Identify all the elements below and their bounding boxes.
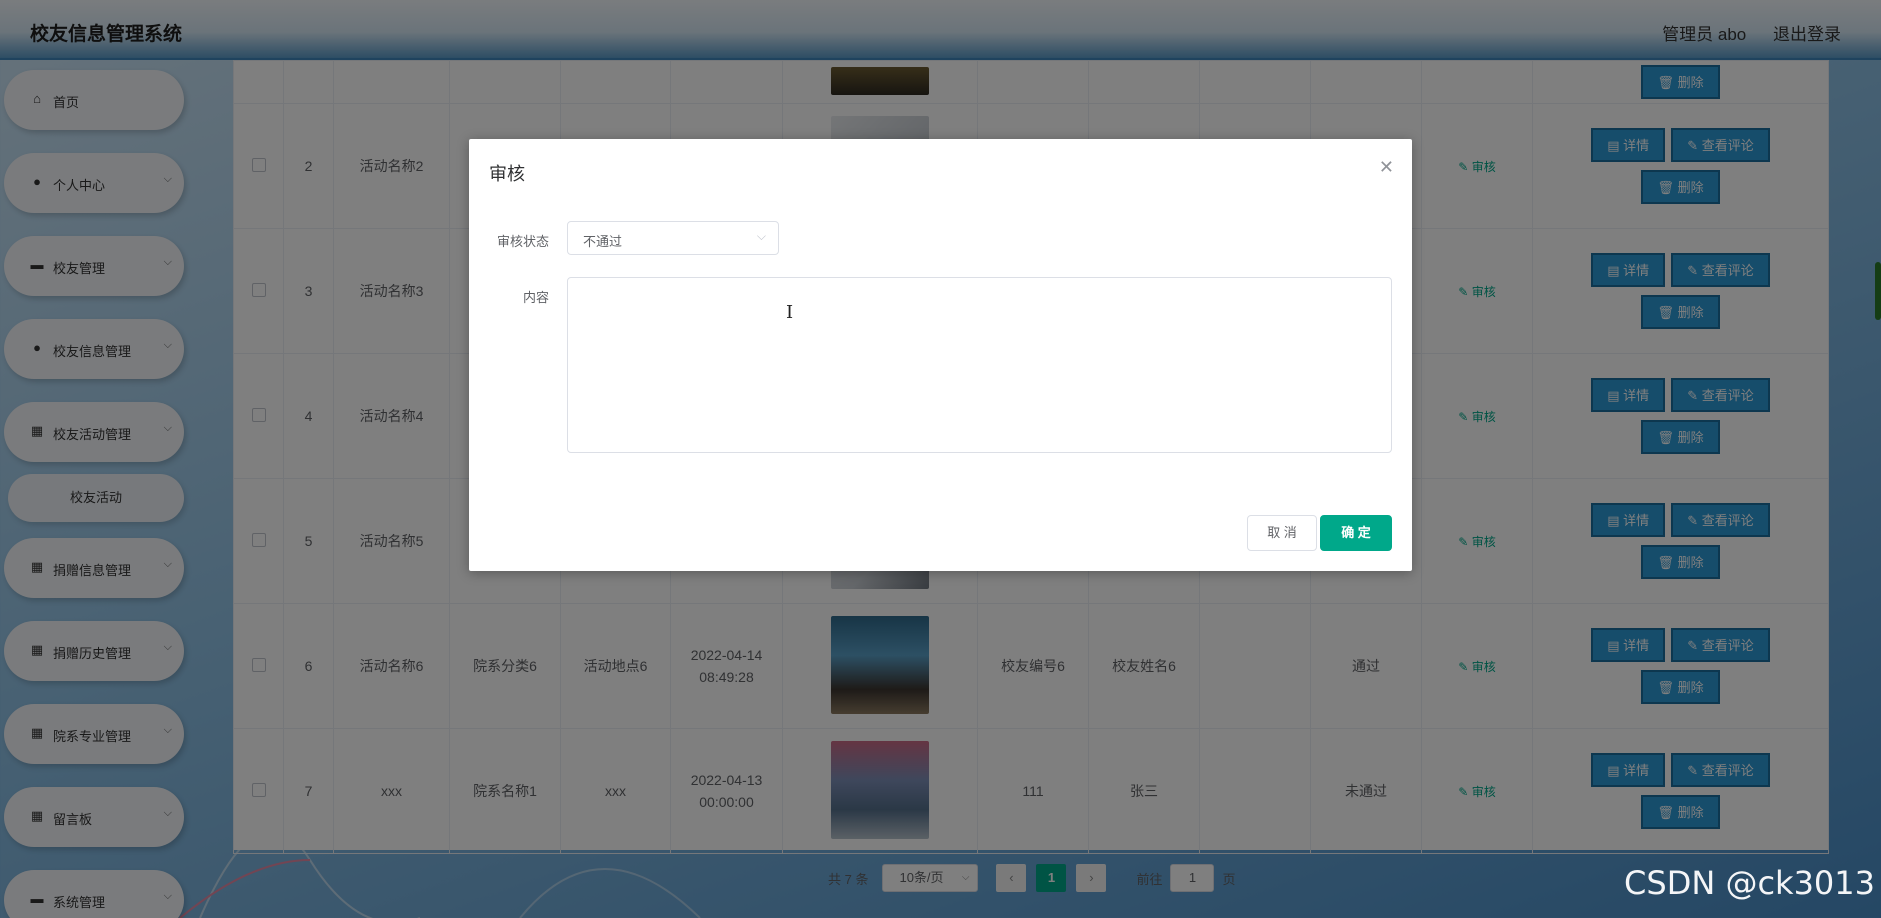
audit-dialog: 审核 ✕ 审核状态 不通过 ⌵ 内容 取 消 确 定 bbox=[469, 139, 1412, 571]
confirm-button[interactable]: 确 定 bbox=[1320, 515, 1392, 551]
audit-status-value: 不通过 bbox=[583, 234, 623, 249]
content-label: 内容 bbox=[522, 290, 549, 305]
audit-status-label: 审核状态 bbox=[496, 234, 549, 249]
watermark: CSDN @ck3013 bbox=[1624, 864, 1875, 902]
content-textarea[interactable] bbox=[567, 277, 1392, 453]
audit-status-select[interactable]: 不通过 ⌵ bbox=[567, 221, 779, 255]
dialog-title: 审核 bbox=[489, 164, 525, 184]
text-cursor-icon: I bbox=[786, 302, 794, 323]
chevron-down-icon: ⌵ bbox=[756, 229, 766, 243]
close-icon[interactable]: ✕ bbox=[1379, 157, 1394, 178]
cancel-button[interactable]: 取 消 bbox=[1247, 515, 1317, 551]
